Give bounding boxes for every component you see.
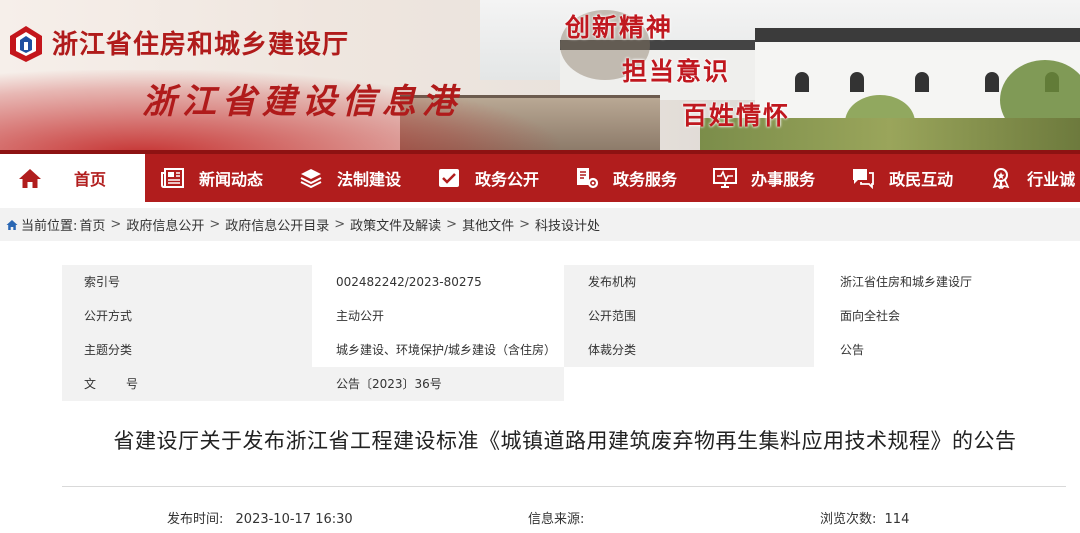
breadcrumb: 当前位置: 首页 > 政府信息公开 > 政府信息公开目录 > 政策文件及解读 >… <box>0 208 1080 241</box>
slogan: 百姓情怀 <box>682 101 791 130</box>
meta-value <box>814 367 1080 401</box>
meta-value: 公告〔2023〕36号 <box>312 367 564 401</box>
table-row: 索引号 002482242/2023-80275 发布机构 浙江省住房和城乡建设… <box>62 265 1080 299</box>
views-info: 浏览次数: 114 <box>820 508 909 527</box>
breadcrumb-prefix: 当前位置: <box>21 219 78 234</box>
ministry-logo-icon[interactable] <box>6 24 46 64</box>
meta-key: 公开范围 <box>564 299 814 333</box>
meta-value: 公告 <box>814 333 1080 367</box>
nav-label: 办事服务 <box>751 170 816 189</box>
breadcrumb-separator: > <box>446 217 458 232</box>
nav-item-affairs-service[interactable]: 政务服务 <box>575 154 677 202</box>
publish-time-info: 发布时间: 2023-10-17 16:30 <box>167 508 353 527</box>
breadcrumb-link-department[interactable]: 科技设计处 <box>535 215 600 234</box>
meta-key: 发布机构 <box>564 265 814 299</box>
nav-label: 新闻动态 <box>199 170 264 189</box>
home-icon <box>19 169 41 188</box>
meta-key: 主题分类 <box>62 333 312 367</box>
nav-item-affairs-open[interactable]: 政务公开 <box>437 154 539 202</box>
nav-item-handling-service[interactable]: 办事服务 <box>713 154 815 202</box>
site-banner: 浙江省住房和城乡建设厅 浙江省建设信息港 创新精神 担当意识 百姓情怀 <box>0 0 1080 150</box>
meta-value: 面向全社会 <box>814 299 1080 333</box>
meta-value: 城乡建设、环境保护/城乡建设（含住房） <box>312 333 564 367</box>
breadcrumb-separator: > <box>209 217 221 232</box>
source-label: 信息来源: <box>528 512 585 527</box>
chat-icon <box>853 169 874 189</box>
breadcrumb-link-policy[interactable]: 政策文件及解读 <box>350 215 441 234</box>
table-row: 主题分类 城乡建设、环境保护/城乡建设（含住房） 体裁分类 公告 <box>62 333 1080 367</box>
checklist-icon <box>439 169 460 187</box>
publish-time-label: 发布时间: <box>167 512 224 527</box>
nav-label: 法制建设 <box>337 170 402 189</box>
site-subtitle: 浙江省建设信息港 <box>142 82 462 122</box>
breadcrumb-separator: > <box>519 217 530 232</box>
nav-item-news[interactable]: 新闻动态 <box>161 154 263 202</box>
breadcrumb-separator: > <box>334 217 346 232</box>
nav-item-home[interactable]: 首页 <box>0 154 145 202</box>
breadcrumb-link-catalog[interactable]: 政府信息公开目录 <box>225 215 329 234</box>
meta-key: 索引号 <box>62 265 312 299</box>
main-nav: 首页 新闻动态 法制建设 政务公开 政务服务 办事服务 政民互动 行业诚 <box>0 150 1080 202</box>
document-gear-icon <box>577 168 599 189</box>
newspaper-icon <box>161 168 184 188</box>
meta-value: 002482242/2023-80275 <box>312 265 564 299</box>
meta-value: 浙江省住房和城乡建设厅 <box>814 265 1080 299</box>
views-label: 浏览次数: <box>820 512 877 527</box>
nav-label: 行业诚 <box>1027 170 1076 189</box>
meta-value: 主动公开 <box>312 299 564 333</box>
site-title[interactable]: 浙江省住房和城乡建设厅 <box>52 24 349 61</box>
document-meta-table: 索引号 002482242/2023-80275 发布机构 浙江省住房和城乡建设… <box>62 265 1080 401</box>
table-row: 公开方式 主动公开 公开范围 面向全社会 <box>62 299 1080 333</box>
meta-key: 公开方式 <box>62 299 312 333</box>
article-title: 省建设厅关于发布浙江省工程建设标准《城镇道路用建筑废弃物再生集料应用技术规程》的… <box>113 429 1017 453</box>
meta-key <box>564 367 814 401</box>
monitor-icon <box>713 168 738 188</box>
meta-key: 体裁分类 <box>564 333 814 367</box>
slogan: 创新精神 <box>565 13 674 42</box>
publish-time-value: 2023-10-17 16:30 <box>235 512 353 527</box>
layers-icon <box>300 169 322 189</box>
slogan: 担当意识 <box>622 57 731 86</box>
badge-icon <box>992 168 1010 189</box>
views-count: 114 <box>884 512 910 527</box>
nav-label: 首页 <box>74 170 107 189</box>
divider <box>62 486 1066 487</box>
breadcrumb-link-other-docs[interactable]: 其他文件 <box>462 215 514 234</box>
breadcrumb-link-home[interactable]: 首页 <box>79 215 105 234</box>
nav-item-legal[interactable]: 法制建设 <box>299 154 401 202</box>
source-info: 信息来源: <box>528 508 584 527</box>
nav-label: 政务服务 <box>613 170 678 189</box>
breadcrumb-separator: > <box>110 217 122 232</box>
nav-label: 政民互动 <box>889 170 954 189</box>
nav-item-interaction[interactable]: 政民互动 <box>851 154 953 202</box>
location-home-icon <box>6 219 18 230</box>
nav-label: 政务公开 <box>475 170 540 189</box>
nav-item-industry[interactable]: 行业诚 <box>989 154 1075 202</box>
breadcrumb-link-gov-info[interactable]: 政府信息公开 <box>126 215 204 234</box>
meta-key: 文 号 <box>62 367 312 401</box>
table-row: 文 号 公告〔2023〕36号 <box>62 367 1080 401</box>
